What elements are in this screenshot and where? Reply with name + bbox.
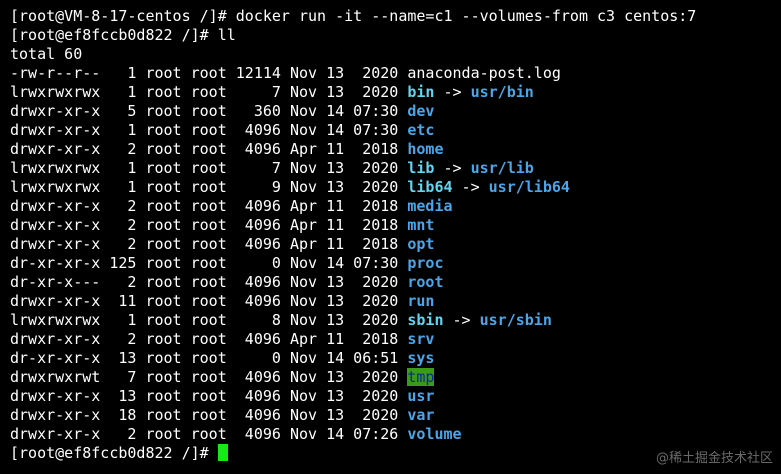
terminal-line: -rw-r--r-- 1 root root 12114 Nov 13 2020… [10, 64, 696, 83]
terminal-line: drwxr-xr-x 2 root root 4096 Apr 11 2018 … [10, 216, 696, 235]
terminal-line: drwxr-xr-x 5 root root 360 Nov 14 07:30 … [10, 102, 696, 121]
directory-name: usr/lib [470, 159, 534, 177]
directory-name: dev [407, 102, 435, 120]
symlink-name: lib [407, 159, 435, 177]
line-text: drwxr-xr-x 2 root root 4096 Nov 14 07:26 [10, 425, 408, 443]
directory-name: run [407, 292, 435, 310]
line-text: drwxr-xr-x 2 root root 4096 Apr 11 2018 [10, 235, 408, 253]
directory-name: home [407, 140, 444, 158]
line-text: -rw-r--r-- 1 root root 12114 Nov 13 2020… [10, 64, 561, 82]
line-text: drwxr-xr-x 18 root root 4096 Nov 13 2020 [10, 406, 408, 424]
sticky-directory-name: tmp [407, 368, 435, 386]
terminal-output: [root@VM-8-17-centos /]# docker run -it … [10, 7, 696, 463]
directory-name: media [407, 197, 453, 215]
terminal-line: drwxr-xr-x 11 root root 4096 Nov 13 2020… [10, 292, 696, 311]
terminal-line: drwxr-xr-x 1 root root 4096 Nov 14 07:30… [10, 121, 696, 140]
line-text: dr-xr-xr-x 125 root root 0 Nov 14 07:30 [10, 254, 408, 272]
symlink-name: bin [407, 83, 435, 101]
line-text: drwxr-xr-x 2 root root 4096 Apr 11 2018 [10, 330, 408, 348]
terminal-line: drwxr-xr-x 18 root root 4096 Nov 13 2020… [10, 406, 696, 425]
watermark: @稀土掘金技术社区 [655, 451, 773, 466]
line-text: drwxr-xr-x 13 root root 4096 Nov 13 2020 [10, 387, 408, 405]
symlink-arrow: -> [434, 159, 471, 177]
line-text: drwxrwxrwt 7 root root 4096 Nov 13 2020 [10, 368, 408, 386]
terminal-line: lrwxrwxrwx 1 root root 8 Nov 13 2020 sbi… [10, 311, 696, 330]
symlink-arrow: -> [452, 178, 489, 196]
terminal-line: lrwxrwxrwx 1 root root 7 Nov 13 2020 bin… [10, 83, 696, 102]
terminal-window[interactable]: [root@VM-8-17-centos /]# docker run -it … [0, 0, 781, 474]
line-text: dr-xr-x--- 2 root root 4096 Nov 13 2020 [10, 273, 408, 291]
terminal-line: [root@VM-8-17-centos /]# docker run -it … [10, 7, 696, 26]
terminal-line: drwxrwxrwt 7 root root 4096 Nov 13 2020 … [10, 368, 696, 387]
line-text: lrwxrwxrwx 1 root root 8 Nov 13 2020 [10, 311, 408, 329]
line-text: drwxr-xr-x 2 root root 4096 Apr 11 2018 [10, 216, 408, 234]
directory-name: proc [407, 254, 444, 272]
directory-name: usr/sbin [479, 311, 552, 329]
line-text: lrwxrwxrwx 1 root root 9 Nov 13 2020 [10, 178, 408, 196]
directory-name: sys [407, 349, 435, 367]
symlink-name: sbin [407, 311, 444, 329]
terminal-line: total 60 [10, 45, 696, 64]
directory-name: etc [407, 121, 435, 139]
directory-name: usr/bin [470, 83, 534, 101]
terminal-line: drwxr-xr-x 2 root root 4096 Apr 11 2018 … [10, 235, 696, 254]
terminal-line: drwxr-xr-x 2 root root 4096 Apr 11 2018 … [10, 330, 696, 349]
symlink-arrow: -> [434, 83, 471, 101]
terminal-line: lrwxrwxrwx 1 root root 7 Nov 13 2020 lib… [10, 159, 696, 178]
line-text: [root@ef8fccb0d822 /]# ll [10, 26, 236, 44]
directory-name: mnt [407, 216, 435, 234]
terminal-line: [root@ef8fccb0d822 /]# ll [10, 26, 696, 45]
text-cursor [217, 444, 228, 461]
symlink-arrow: -> [443, 311, 480, 329]
line-text: lrwxrwxrwx 1 root root 7 Nov 13 2020 [10, 83, 408, 101]
line-text: lrwxrwxrwx 1 root root 7 Nov 13 2020 [10, 159, 408, 177]
line-text: drwxr-xr-x 11 root root 4096 Nov 13 2020 [10, 292, 408, 310]
terminal-line: dr-xr-x--- 2 root root 4096 Nov 13 2020 … [10, 273, 696, 292]
terminal-line: drwxr-xr-x 13 root root 4096 Nov 13 2020… [10, 387, 696, 406]
directory-name: srv [407, 330, 435, 348]
terminal-line: drwxr-xr-x 2 root root 4096 Apr 11 2018 … [10, 140, 696, 159]
symlink-name: lib64 [407, 178, 453, 196]
line-text: drwxr-xr-x 1 root root 4096 Nov 14 07:30 [10, 121, 408, 139]
terminal-line: drwxr-xr-x 2 root root 4096 Apr 11 2018 … [10, 197, 696, 216]
line-text: [root@VM-8-17-centos /]# docker run -it … [10, 7, 697, 25]
shell-prompt: [root@ef8fccb0d822 /]# [10, 444, 218, 462]
line-text: dr-xr-xr-x 13 root root 0 Nov 14 06:51 [10, 349, 408, 367]
terminal-line: dr-xr-xr-x 125 root root 0 Nov 14 07:30 … [10, 254, 696, 273]
line-text: drwxr-xr-x 2 root root 4096 Apr 11 2018 [10, 140, 408, 158]
line-text: drwxr-xr-x 5 root root 360 Nov 14 07:30 [10, 102, 408, 120]
directory-name: usr [407, 387, 435, 405]
directory-name: opt [407, 235, 435, 253]
terminal-line: drwxr-xr-x 2 root root 4096 Nov 14 07:26… [10, 425, 696, 444]
terminal-line: dr-xr-xr-x 13 root root 0 Nov 14 06:51 s… [10, 349, 696, 368]
directory-name: var [407, 406, 435, 424]
directory-name: volume [407, 425, 462, 443]
directory-name: root [407, 273, 444, 291]
directory-name: usr/lib64 [488, 178, 570, 196]
line-text: total 60 [10, 45, 83, 63]
prompt-line[interactable]: [root@ef8fccb0d822 /]# [10, 444, 696, 463]
line-text: drwxr-xr-x 2 root root 4096 Apr 11 2018 [10, 197, 408, 215]
terminal-line: lrwxrwxrwx 1 root root 9 Nov 13 2020 lib… [10, 178, 696, 197]
